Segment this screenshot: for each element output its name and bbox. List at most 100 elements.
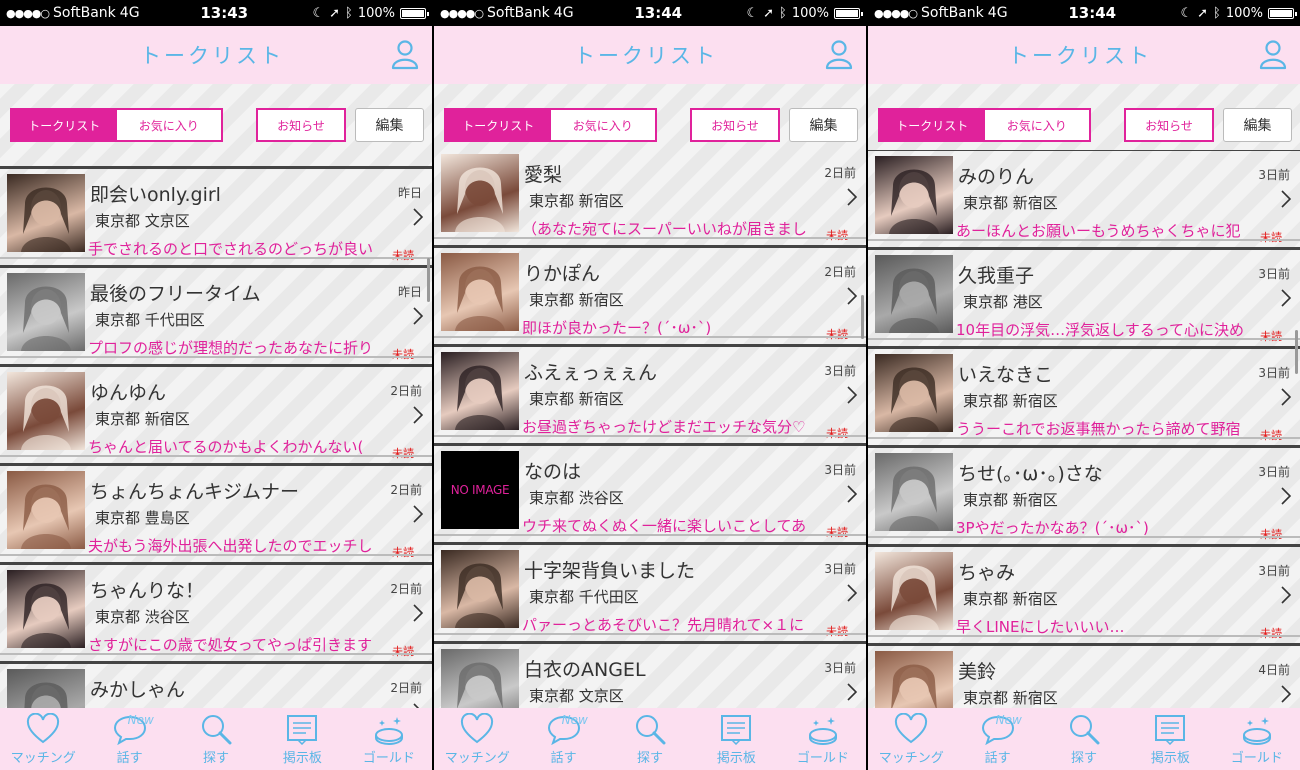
user-icon[interactable] bbox=[1258, 39, 1288, 71]
tab-favorites[interactable]: お気に入り bbox=[117, 110, 222, 140]
avatar-photo-icon bbox=[889, 466, 939, 531]
scrollbar[interactable] bbox=[861, 295, 864, 339]
tab-search[interactable]: 探す bbox=[173, 708, 259, 770]
edit-button[interactable]: 編集 bbox=[355, 108, 424, 142]
talk-list[interactable]: みのりん 3日前 東京都 新宿区 あーほんとお願いーもうめちゃくちゃに犯 未読 久我重子 3… bbox=[868, 150, 1300, 708]
talk-row[interactable]: ちせ(｡･ω･｡)さな 3日前 東京都 新宿区 3Pやだったかなあ？(´･ω･`) 未読 bbox=[868, 439, 1300, 541]
talk-row[interactable]: ちゃんりな！ 2日前 東京都 渋谷区 さすがにこの歳で処女ってやっぱ引きます 未読 bbox=[0, 556, 432, 658]
contact-name: みのりん bbox=[958, 166, 1035, 188]
tab-gold[interactable]: ゴールド bbox=[780, 708, 866, 770]
page-title: トークリスト bbox=[1008, 44, 1152, 68]
contact-location: 東京都 渋谷区 bbox=[529, 489, 624, 507]
avatar-photo-icon bbox=[889, 169, 939, 234]
avatar-photo-icon bbox=[21, 484, 71, 549]
chevron-right-icon bbox=[413, 208, 423, 226]
avatar bbox=[7, 372, 85, 450]
tab-talk[interactable]: New 話す bbox=[520, 708, 606, 770]
clock: 13:44 bbox=[1068, 4, 1117, 22]
chevron-right-icon bbox=[1281, 190, 1291, 208]
tab-search[interactable]: 探す bbox=[607, 708, 693, 770]
edit-button[interactable]: 編集 bbox=[789, 108, 858, 142]
gold-coin-icon bbox=[374, 717, 403, 745]
tab-search[interactable]: 探す bbox=[1041, 708, 1127, 770]
contact-name: 愛梨 bbox=[524, 164, 563, 186]
talk-row[interactable]: NO IMAGE なのは 3日前 東京都 渋谷区 ウチ来てぬくぬく一緒に楽しいことしてあ… bbox=[434, 437, 866, 539]
tab-talk-list[interactable]: トークリスト bbox=[880, 110, 985, 140]
signal-icon: ●●●●○ bbox=[6, 6, 50, 20]
contact-name: ちょんちょんキジムナー bbox=[90, 481, 300, 503]
scrollbar[interactable] bbox=[427, 258, 430, 302]
avatar bbox=[7, 471, 85, 549]
avatar bbox=[7, 669, 85, 708]
tab-matching[interactable]: マッチング bbox=[868, 708, 954, 770]
tab-gold[interactable]: ゴールド bbox=[1214, 708, 1300, 770]
message-time: 3日前 bbox=[1258, 366, 1290, 380]
talk-row[interactable]: 最後のフリータイム 昨日 東京都 千代田区 プロフの感じが理想的だったあなたに折り 未読 bbox=[0, 259, 432, 361]
signal-icon: ●●●●○ bbox=[874, 6, 918, 20]
phone-screen-3: ●●●●○ SoftBank 4G 13:44 ☾ ➚ ᛒ 100% トークリス… bbox=[868, 0, 1300, 770]
talk-row[interactable]: ちゃみ 3日前 東京都 新宿区 早くLINEにしたいいい… 未読 bbox=[868, 538, 1300, 640]
contact-location: 東京都 渋谷区 bbox=[95, 608, 190, 626]
tab-board[interactable]: 掲示板 bbox=[1127, 708, 1213, 770]
tab-board[interactable]: 掲示板 bbox=[259, 708, 345, 770]
tab-board[interactable]: 掲示板 bbox=[693, 708, 779, 770]
talk-row[interactable]: 愛梨 2日前 東京都 新宿区 （あなた宛てにスーパーいいねが届きまし 未読 bbox=[434, 150, 866, 242]
message-preview: あーほんとお願いーもうめちゃくちゃに犯 bbox=[956, 222, 1241, 240]
tab-gold[interactable]: ゴールド bbox=[346, 708, 432, 770]
talk-row[interactable]: ちょんちょんキジムナー 2日前 東京都 豊島区 夫がもう海外出張へ出発したのでエッチし… bbox=[0, 457, 432, 559]
edit-button[interactable]: 編集 bbox=[1223, 108, 1292, 142]
talk-row[interactable]: ふえぇっぇぇん 3日前 東京都 新宿区 お昼過ぎちゃったけどまだエッチな気分♡ 未読 bbox=[434, 338, 866, 440]
scrollbar[interactable] bbox=[1295, 330, 1298, 374]
tab-favorites[interactable]: お気に入り bbox=[985, 110, 1090, 140]
screenshot-collage: ●●●●○ SoftBank 4G 13:43 ☾ ➚ ᛒ 100% トークリス… bbox=[0, 0, 1300, 770]
phone-screen-2: ●●●●○ SoftBank 4G 13:44 ☾ ➚ ᛒ 100% トークリス… bbox=[434, 0, 866, 770]
avatar-photo-icon bbox=[21, 187, 71, 252]
talk-row[interactable]: りかぽん 2日前 東京都 新宿区 即ほが良かったー？(´･ω･`) 未読 bbox=[434, 239, 866, 341]
notice-button[interactable]: お知らせ bbox=[256, 108, 346, 142]
user-icon[interactable] bbox=[824, 39, 854, 71]
tab-matching[interactable]: マッチング bbox=[434, 708, 520, 770]
contact-name: ちせ(｡･ω･｡)さな bbox=[958, 463, 1103, 485]
talk-row[interactable]: みかしゃん2日前東京都 新宿区 bbox=[0, 655, 432, 708]
tab-favorites[interactable]: お気に入り bbox=[551, 110, 656, 140]
talk-row[interactable]: 十字架背負いました 3日前 東京都 千代田区 パァーっとあそびいこ？先月晴れて×１に未… bbox=[434, 536, 866, 638]
contact-location: 東京都 新宿区 bbox=[963, 590, 1058, 608]
avatar bbox=[7, 174, 85, 252]
notice-button[interactable]: お知らせ bbox=[690, 108, 780, 142]
tab-talk[interactable]: New 話す bbox=[86, 708, 172, 770]
avatar-photo-icon bbox=[455, 266, 505, 331]
talk-row[interactable]: 美鈴 4日前 東京都 新宿区 bbox=[868, 637, 1300, 708]
message-time: 3日前 bbox=[824, 661, 856, 675]
talk-row[interactable]: 即会いonly.girl 昨日 東京都 文京区 手でされるのと口でされるのどっちが良い… bbox=[0, 160, 432, 262]
status-bar: ●●●●○ SoftBank 4G 13:44 ☾ ➚ ᛒ 100% bbox=[434, 0, 866, 26]
message-preview: プロフの感じが理想的だったあなたに折り bbox=[88, 339, 374, 357]
tab-matching[interactable]: マッチング bbox=[0, 708, 86, 770]
clock: 13:44 bbox=[634, 4, 683, 22]
talk-row[interactable]: 久我重子 3日前 東京都 港区 10年目の浮気…浮気返しするって心に決め 未読 bbox=[868, 241, 1300, 343]
contact-name: ちゃみ bbox=[958, 562, 1016, 584]
notice-button[interactable]: お知らせ bbox=[1124, 108, 1214, 142]
tab-talk-list[interactable]: トークリスト bbox=[12, 110, 117, 140]
talk-row[interactable]: ゆんゆん 2日前 東京都 新宿区 ちゃんと届いてるのかもよくわかんない(未読 bbox=[0, 358, 432, 460]
talk-row[interactable]: いえなきこ 3日前 東京都 新宿区 ううーこれでお返事無かったら諦めて野宿 未読 bbox=[868, 340, 1300, 442]
avatar bbox=[441, 253, 519, 331]
talk-list[interactable]: 即会いonly.girl 昨日 東京都 文京区 手でされるのと口でされるのどっちが良い… bbox=[0, 150, 432, 708]
avatar-photo-icon bbox=[455, 365, 505, 430]
carrier-label: SoftBank bbox=[921, 5, 984, 21]
tab-talk[interactable]: New 話す bbox=[954, 708, 1040, 770]
bluetooth-icon: ᛒ bbox=[779, 5, 787, 21]
user-icon[interactable] bbox=[390, 39, 420, 71]
talk-row[interactable]: みのりん 3日前 東京都 新宿区 あーほんとお願いーもうめちゃくちゃに犯 未読 bbox=[868, 150, 1300, 244]
list-segment-control: トークリスト お気に入り bbox=[444, 108, 657, 142]
tab-gold-label: ゴールド bbox=[1230, 751, 1283, 766]
contact-name: 最後のフリータイム bbox=[90, 283, 261, 305]
tab-gold-label: ゴールド bbox=[362, 751, 415, 766]
message-time: 3日前 bbox=[1258, 564, 1290, 578]
location-arrow-icon: ➚ bbox=[1197, 5, 1209, 21]
avatar bbox=[441, 154, 519, 232]
tab-talk-list[interactable]: トークリスト bbox=[446, 110, 551, 140]
avatar bbox=[441, 649, 519, 708]
talk-list[interactable]: 愛梨 2日前 東京都 新宿区 （あなた宛てにスーパーいいねが届きまし 未読 りかぽん 2日前… bbox=[434, 150, 866, 708]
contact-name: 十字架背負いました bbox=[524, 560, 696, 582]
talk-row[interactable]: 白衣のANGEL 3日前 東京都 文京区 bbox=[434, 635, 866, 708]
